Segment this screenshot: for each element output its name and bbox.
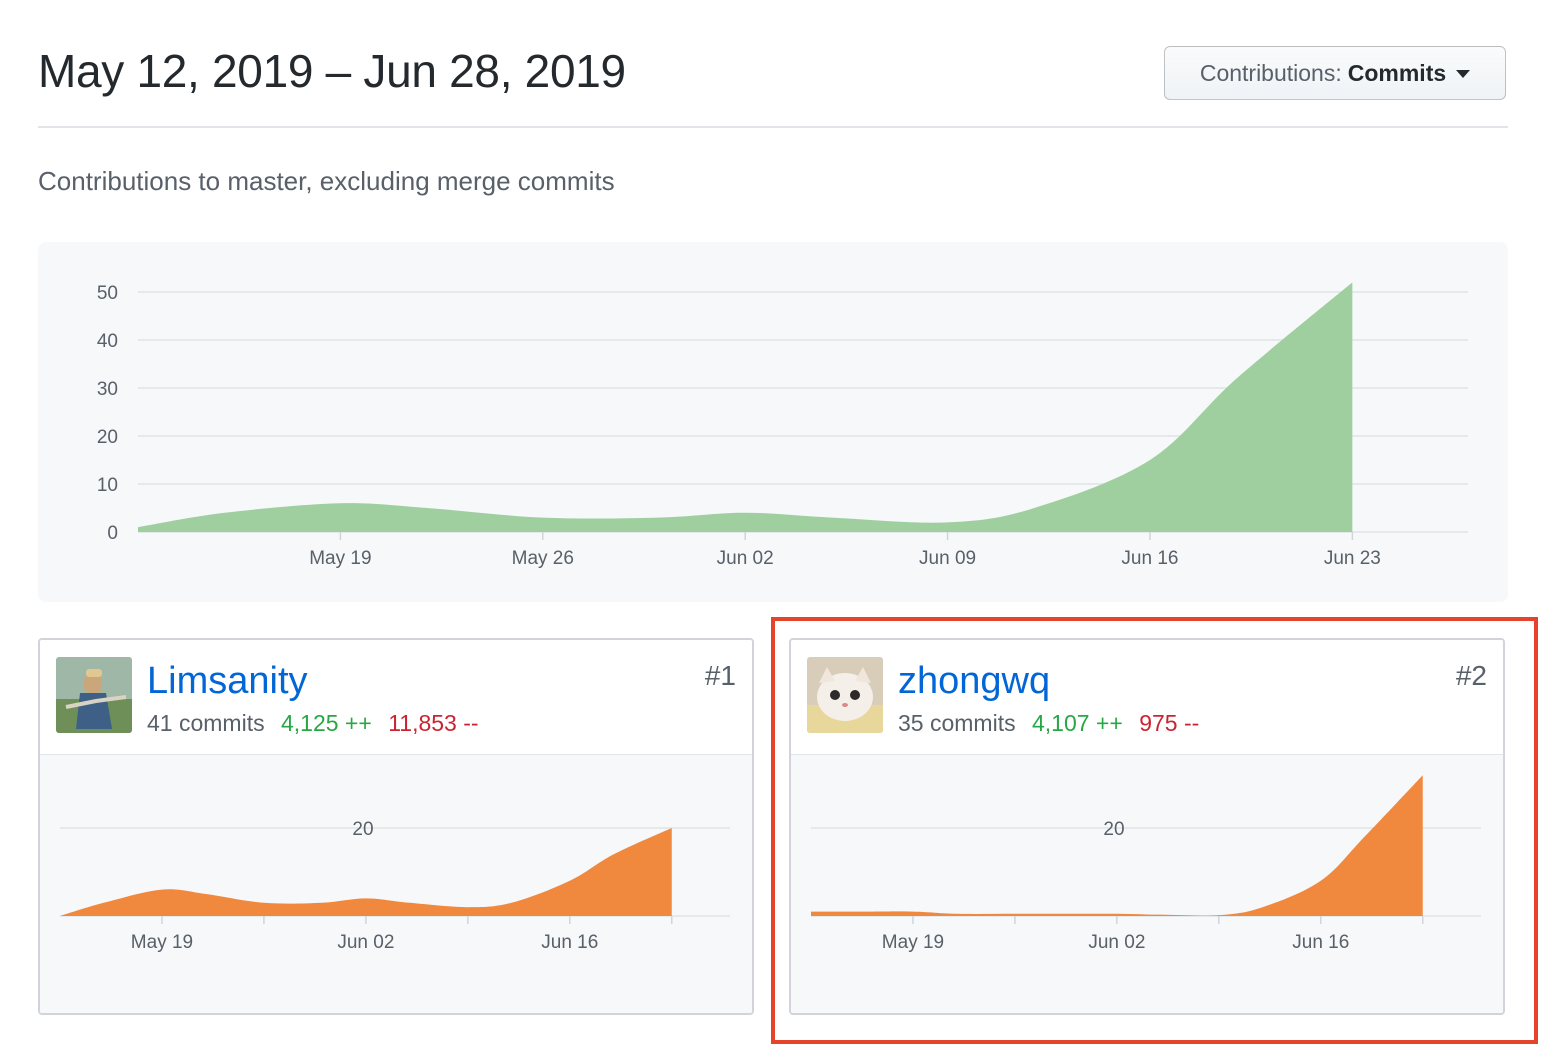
commits-area bbox=[811, 775, 1423, 916]
card-chart-area: 20 May 19 Jun 02 Jun 16 bbox=[791, 755, 1503, 1013]
card-header: zhongwq 35 commits 4,107 ++ 975 -- #2 bbox=[791, 640, 1503, 756]
x-tick-label: May 19 bbox=[131, 932, 193, 953]
x-tick-label: Jun 02 bbox=[1088, 932, 1145, 953]
x-tick-label: Jun 02 bbox=[337, 932, 394, 953]
main-chart-container: 0 10 20 30 40 50 May 19 May 26 Jun 02 Jun 09 Jun 1… bbox=[38, 242, 1508, 602]
x-tick-label: May 19 bbox=[309, 548, 371, 569]
main-commits-chart: 0 10 20 30 40 50 May 19 May 26 Jun 02 Jun 09 Jun 1… bbox=[97, 282, 1468, 569]
y-tick-label: 30 bbox=[97, 379, 118, 400]
x-tick-label: Jun 09 bbox=[919, 548, 976, 569]
contributions-value: Commits bbox=[1347, 59, 1447, 86]
y-tick-label: 20 bbox=[97, 427, 118, 448]
card-header: Limsanity 41 commits 4,125 ++ 11,853 -- … bbox=[40, 640, 752, 756]
avatar-image-icon bbox=[807, 657, 883, 733]
contributions-dropdown-button[interactable]: Contributions: Commits bbox=[1164, 46, 1506, 100]
chevron-down-icon bbox=[1456, 70, 1471, 78]
x-tick-label: May 19 bbox=[882, 932, 944, 953]
contributor-username-link[interactable]: Limsanity bbox=[147, 660, 308, 703]
card-chart-area: 20 May 19 Jun 02 Jun 16 bbox=[40, 755, 752, 1013]
deletions-count: 975 -- bbox=[1139, 710, 1200, 736]
x-tick-label: Jun 16 bbox=[1121, 548, 1178, 569]
y-tick-label: 20 bbox=[1103, 819, 1124, 840]
x-tick-label: Jun 16 bbox=[1292, 932, 1349, 953]
y-tick-label: 0 bbox=[107, 523, 118, 544]
contributor-card-2: zhongwq 35 commits 4,107 ++ 975 -- #2 20… bbox=[789, 638, 1505, 1015]
additions-count: 4,125 ++ bbox=[280, 710, 372, 736]
contributor-stats: 35 commits 4,107 ++ 975 -- bbox=[898, 710, 1199, 737]
commits-area bbox=[60, 828, 672, 916]
contributor-stats: 41 commits 4,125 ++ 11,853 -- bbox=[147, 710, 479, 737]
commits-area bbox=[138, 282, 1353, 532]
x-tick-label: Jun 02 bbox=[717, 548, 774, 569]
contributor-1-chart: 20 May 19 Jun 02 Jun 16 bbox=[60, 819, 730, 953]
contributor-card-1: Limsanity 41 commits 4,125 ++ 11,853 -- … bbox=[38, 638, 754, 1015]
avatar[interactable] bbox=[807, 657, 883, 733]
x-tick-label: Jun 16 bbox=[541, 932, 598, 953]
y-tick-label: 40 bbox=[97, 331, 118, 352]
x-tick-label: May 26 bbox=[512, 548, 574, 569]
contributor-2-chart: 20 May 19 Jun 02 Jun 16 bbox=[811, 775, 1481, 953]
contributor-rank: #2 bbox=[1455, 660, 1487, 691]
avatar-image-icon bbox=[56, 657, 132, 733]
commit-count: 35 commits bbox=[898, 710, 1016, 736]
chart-subtitle: Contributions to master, excluding merge… bbox=[38, 166, 615, 196]
avatar[interactable] bbox=[56, 657, 132, 733]
additions-count: 4,107 ++ bbox=[1031, 710, 1123, 736]
contributor-username-link[interactable]: zhongwq bbox=[898, 660, 1050, 703]
date-range-title: May 12, 2019 – Jun 28, 2019 bbox=[38, 45, 626, 97]
contributor-rank: #1 bbox=[704, 660, 736, 691]
y-tick-label: 20 bbox=[352, 819, 373, 840]
y-tick-label: 10 bbox=[97, 475, 118, 496]
header-divider bbox=[38, 126, 1508, 128]
contributions-label: Contributions: bbox=[1199, 59, 1342, 86]
commit-count: 41 commits bbox=[147, 710, 265, 736]
x-tick-label: Jun 23 bbox=[1324, 548, 1381, 569]
deletions-count: 11,853 -- bbox=[388, 710, 479, 736]
y-tick-label: 50 bbox=[97, 283, 118, 304]
